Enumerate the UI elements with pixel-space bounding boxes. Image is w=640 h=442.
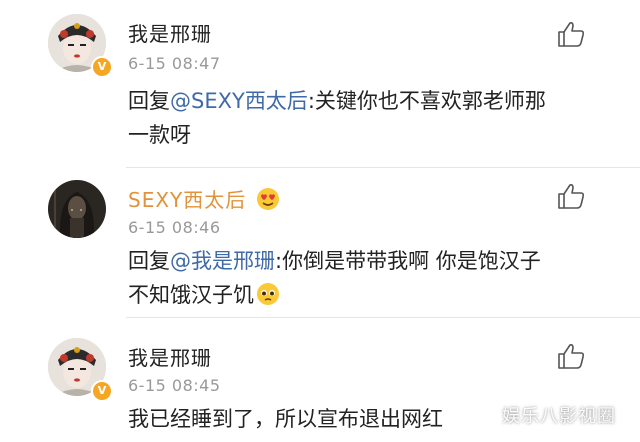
comment-timestamp: 6-15 08:45 (128, 376, 221, 395)
comment-feed: V 我是邢珊 6-15 08:47 回复@SEXY西太后:关键你也不喜欢郭老师那… (0, 0, 640, 442)
comment-timestamp: 6-15 08:47 (128, 54, 221, 73)
mention-link[interactable]: @我是邢珊 (170, 249, 275, 273)
verified-badge-icon: V (91, 380, 113, 402)
comment-body: 回复@我是邢珊:你倒是带带我啊 你是饱汉子 不知饿汉子饥 (128, 244, 608, 312)
username-text: SEXY西太后 (128, 188, 247, 212)
avatar[interactable] (48, 180, 106, 238)
pleading-face-emoji-icon (257, 283, 279, 305)
comment-item: V 我是邢珊 6-15 08:47 回复@SEXY西太后:关键你也不喜欢郭老师那… (0, 0, 640, 168)
thumbs-up-icon[interactable] (556, 342, 586, 370)
comment-username[interactable]: SEXY西太后 (128, 184, 280, 213)
watermark-text: 娱乐八影视圈 (502, 406, 616, 427)
comment-item: SEXY西太后 6-15 08:46 回复@我是邢珊:你倒是带带我啊 你是饱汉子… (0, 168, 640, 318)
comment-text-line2: 不知饿汉子饥 (128, 283, 254, 307)
thumbs-up-icon[interactable] (556, 182, 586, 210)
thumbs-up-icon[interactable] (556, 20, 586, 48)
comment-text-line1: 我已经睡到了，所以宣布退出网红 (128, 407, 443, 431)
comment-timestamp: 6-15 08:46 (128, 218, 221, 237)
avatar-dark-portrait-image (48, 180, 106, 238)
comment-username[interactable]: 我是邢珊 (128, 342, 212, 371)
comment-username[interactable]: 我是邢珊 (128, 18, 212, 47)
verified-badge-icon: V (91, 56, 113, 78)
reply-prefix: 回复 (128, 89, 170, 113)
comment-text-line2: 一款呀 (128, 123, 191, 147)
heart-eyes-emoji-icon (256, 188, 279, 210)
reply-prefix: 回复 (128, 249, 170, 273)
comment-text-line1: :你倒是带带我啊 你是饱汉子 (275, 249, 541, 273)
comment-text-line1: :关键你也不喜欢郭老师那 (307, 89, 546, 113)
mention-link[interactable]: @SEXY西太后 (170, 89, 308, 113)
comment-body: 回复@SEXY西太后:关键你也不喜欢郭老师那 一款呀 (128, 84, 608, 152)
